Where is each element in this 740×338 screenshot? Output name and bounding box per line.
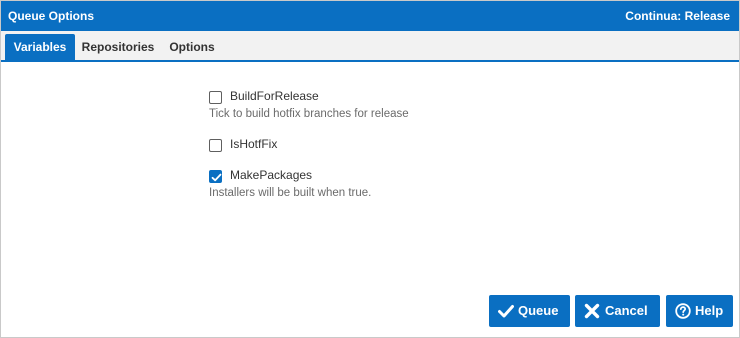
dialog-title: Queue Options: [8, 9, 95, 23]
buildforrelease-checkbox[interactable]: [209, 91, 222, 104]
queue-options-dialog: Queue Options Continua: Release Variable…: [0, 0, 740, 338]
buildforrelease-label: BuildForRelease: [230, 89, 319, 103]
variables-panel: BuildForRelease Tick to build hotfix bra…: [1, 62, 739, 337]
cancel-button[interactable]: Cancel: [575, 295, 660, 327]
makepackages-help-text: Installers will be built when true.: [209, 187, 372, 199]
tab-repositories[interactable]: Repositories: [78, 34, 158, 60]
close-icon: [584, 303, 600, 319]
makepackages-checkbox[interactable]: [209, 170, 222, 183]
tab-options[interactable]: Options: [162, 34, 222, 60]
check-icon: [498, 305, 514, 318]
queue-button[interactable]: Queue: [489, 295, 570, 327]
project-context-label: Continua: Release: [625, 9, 730, 23]
tab-variables[interactable]: Variables: [5, 34, 75, 60]
makepackages-label: MakePackages: [230, 168, 313, 182]
tab-bar: Variables Repositories Options: [1, 31, 739, 62]
ishotffix-checkbox[interactable]: [209, 139, 222, 152]
buildforrelease-help-text: Tick to build hotfix branches for releas…: [209, 108, 409, 120]
help-circle-icon: [675, 303, 691, 319]
queue-button-label: Queue: [518, 303, 559, 318]
ishotffix-label: IsHotfFix: [230, 137, 278, 151]
cancel-button-label: Cancel: [605, 303, 648, 318]
dialog-titlebar: Queue Options Continua: Release: [1, 1, 739, 31]
help-button-label: Help: [695, 303, 724, 318]
help-button[interactable]: Help: [666, 295, 733, 327]
check-icon: [211, 173, 222, 182]
